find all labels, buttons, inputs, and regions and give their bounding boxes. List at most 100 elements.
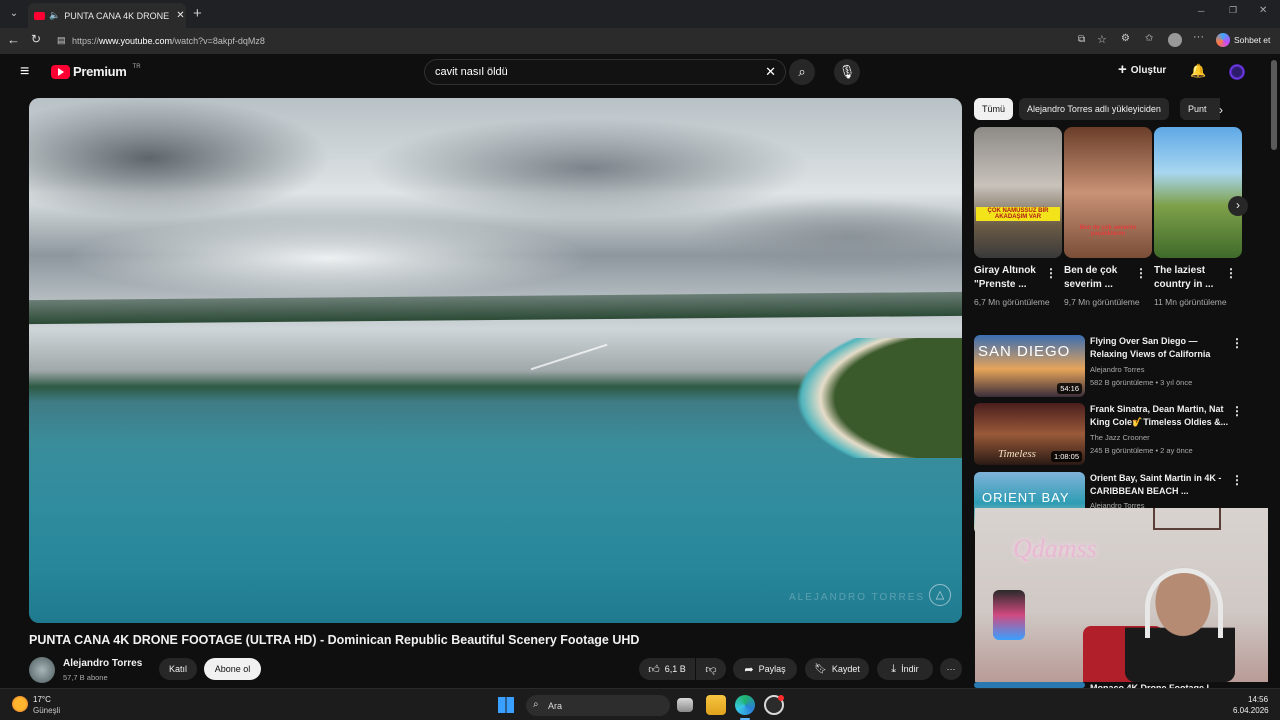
video-menu-icon[interactable]: ⋮ xyxy=(1231,336,1243,350)
video-player[interactable]: ALEJANDRO TORRES △ xyxy=(29,98,962,623)
split-screen-icon[interactable]: ⧉ xyxy=(1078,34,1085,45)
url-field[interactable]: ▤ https://www.youtube.com/watch?v=8akpf-… xyxy=(54,31,1064,51)
weather-temp[interactable]: 17°C xyxy=(33,695,51,704)
like-button[interactable]: 👍︎ 6,1 B xyxy=(639,658,695,680)
subscribe-button[interactable]: Abone ol xyxy=(204,658,261,680)
save-button[interactable]: 🔖︎ Kaydet xyxy=(805,658,869,680)
search-input[interactable]: cavit nasıl öldü ✕ xyxy=(424,59,786,85)
more-actions-button[interactable]: ··· xyxy=(940,658,962,680)
channel-avatar[interactable] xyxy=(29,657,55,683)
page-scrollbar[interactable] xyxy=(1268,54,1280,688)
video-channel[interactable]: The Jazz Crooner xyxy=(1090,433,1150,442)
join-button[interactable]: Katıl xyxy=(159,658,197,680)
chip-punta[interactable]: Punt xyxy=(1180,98,1220,120)
neon-sign: Qdamss xyxy=(1013,534,1097,563)
headphones xyxy=(1145,568,1223,638)
share-button[interactable]: ➦ Paylaş xyxy=(733,658,797,680)
chip-from-uploader[interactable]: Alejandro Torres adlı yükleyiciden xyxy=(1019,98,1169,120)
hamburger-menu-icon[interactable]: ≡ xyxy=(20,63,29,81)
cloud-layer xyxy=(29,98,962,298)
video-menu-icon[interactable]: ⋮ xyxy=(1231,404,1243,418)
youtube-play-icon xyxy=(51,64,70,79)
plus-icon: + xyxy=(1118,61,1127,78)
recording-dot-icon xyxy=(778,695,784,701)
video-title[interactable]: Orient Bay, Saint Martin in 4K - CARIBBE… xyxy=(1090,472,1230,498)
short-menu-icon[interactable]: ⋮ xyxy=(1135,266,1147,280)
like-count: 6,1 B xyxy=(664,664,686,674)
edge-browser-icon[interactable] xyxy=(735,695,755,715)
weather-condition: Güneşli xyxy=(33,706,61,715)
windows-taskbar: 17°C Güneşli ⌕ Ara 14:56 6.04.2026 xyxy=(0,688,1280,720)
thumbnail-text: SAN DIEGO xyxy=(978,343,1071,360)
clock-time[interactable]: 14:56 xyxy=(1248,695,1268,704)
copilot-button[interactable]: Sohbet et xyxy=(1216,33,1270,47)
video-thumbnail[interactable]: SAN DIEGO 54:16 xyxy=(974,335,1085,397)
search-icon[interactable]: ⌕ xyxy=(789,59,815,85)
close-window-icon[interactable]: ✕ xyxy=(1259,5,1267,16)
file-explorer-icon[interactable] xyxy=(706,695,726,715)
bookmark-icon: 🔖︎ xyxy=(814,663,827,675)
chips-next-chevron-icon[interactable]: › xyxy=(1219,103,1223,117)
favorites-icon[interactable]: ✩ xyxy=(1145,33,1153,44)
address-bar: ← ↻ ▤ https://www.youtube.com/watch?v=8a… xyxy=(0,28,1280,54)
weather-icon[interactable] xyxy=(12,696,28,712)
microphone-icon[interactable]: 🎙 xyxy=(834,59,860,85)
video-duration: 54:16 xyxy=(1057,383,1082,394)
short-overlay-text: ÇOK NAMUSSUZ BİR AKADAŞIM VAR xyxy=(976,207,1060,221)
short-thumbnail[interactable]: Ben de çok severim paçalıklarını xyxy=(1064,127,1152,258)
copilot-icon xyxy=(1216,33,1230,47)
video-meta: 582 B görüntüleme • 3 yıl önce xyxy=(1090,378,1193,387)
minimize-icon[interactable]: ─ xyxy=(1198,6,1204,16)
save-label: Kaydet xyxy=(831,664,860,674)
scrollbar-thumb[interactable] xyxy=(1271,60,1277,150)
download-button[interactable]: ⤓ İndir xyxy=(877,658,933,680)
chip-all[interactable]: Tümü xyxy=(974,98,1014,120)
short-title[interactable]: Giray Altınok "Prenste ... xyxy=(974,264,1046,292)
clear-search-icon[interactable]: ✕ xyxy=(765,64,776,80)
back-icon[interactable]: ← xyxy=(7,32,20,47)
short-thumbnail[interactable] xyxy=(1154,127,1242,258)
channel-name[interactable]: Alejandro Torres xyxy=(63,658,142,669)
short-views: 6,7 Mn görüntüleme xyxy=(974,297,1050,307)
tab-close-icon[interactable]: ✕ xyxy=(176,10,184,21)
shelf xyxy=(1153,508,1221,530)
account-avatar[interactable] xyxy=(1229,64,1245,80)
refresh-icon[interactable]: ↻ xyxy=(31,32,41,46)
short-title[interactable]: The laziest country in ... xyxy=(1154,264,1226,292)
speaker-icon[interactable]: 🔈 xyxy=(49,10,60,21)
video-thumbnail[interactable]: Timeless 1:08:05 xyxy=(974,403,1085,465)
short-title[interactable]: Ben de çok severim ... xyxy=(1064,264,1136,292)
short-menu-icon[interactable]: ⋮ xyxy=(1225,266,1237,280)
notifications-bell-icon[interactable]: 🔔 xyxy=(1190,63,1206,79)
taskbar-search-placeholder: Ara xyxy=(548,700,563,711)
island xyxy=(739,338,962,458)
favorite-star-icon[interactable]: ☆ xyxy=(1097,33,1107,46)
restore-icon[interactable]: ❐ xyxy=(1229,5,1237,16)
video-title[interactable]: Frank Sinatra, Dean Martin, Nat King Col… xyxy=(1090,403,1230,429)
video-menu-icon[interactable]: ⋮ xyxy=(1231,473,1243,487)
shorts-next-button[interactable]: › xyxy=(1228,196,1248,216)
site-info-icon[interactable]: ▤ xyxy=(57,35,66,46)
url-domain: www.youtube.com xyxy=(99,36,173,46)
extension-icon[interactable]: ⚙ xyxy=(1121,33,1130,44)
task-view-icon[interactable] xyxy=(677,698,693,712)
youtube-logo[interactable]: Premium TR xyxy=(51,64,141,79)
create-button[interactable]: + Oluştur xyxy=(1118,61,1166,78)
search-icon: ⌕ xyxy=(533,699,539,710)
short-thumbnail[interactable]: ÇOK NAMUSSUZ BİR AKADAŞIM VAR xyxy=(974,127,1062,258)
channel-watermark-icon[interactable]: △ xyxy=(929,584,951,606)
clock-date[interactable]: 6.04.2026 xyxy=(1233,706,1269,715)
video-title[interactable]: Flying Over San Diego — Relaxing Views o… xyxy=(1090,335,1230,361)
tab-active[interactable]: 🔈 PUNTA CANA 4K DRONE FOO ✕ xyxy=(28,3,186,28)
profile-avatar[interactable] xyxy=(1168,33,1182,47)
taskbar-search-input[interactable]: ⌕ Ara xyxy=(526,695,670,716)
video-channel[interactable]: Alejandro Torres xyxy=(1090,365,1144,374)
more-menu-icon[interactable]: ··· xyxy=(1193,31,1204,43)
short-menu-icon[interactable]: ⋮ xyxy=(1045,266,1057,280)
new-tab-icon[interactable]: + xyxy=(193,5,202,22)
like-icon: 👍︎ xyxy=(648,663,660,676)
dislike-button[interactable]: 👎︎ xyxy=(696,658,726,680)
logo-text: Premium xyxy=(73,64,127,79)
windows-start-icon[interactable] xyxy=(498,697,514,713)
tab-menu-chevron-icon[interactable]: ⌄ xyxy=(6,6,22,22)
